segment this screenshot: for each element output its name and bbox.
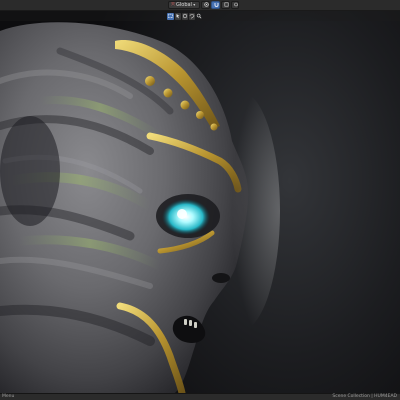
ear-shadow <box>0 116 60 226</box>
snap-increment-icon <box>224 2 229 7</box>
proportional-editing-icon <box>234 2 238 7</box>
chevron-down-icon: ▾ <box>191 2 196 7</box>
lasso-icon[interactable] <box>189 13 195 20</box>
orientation-label: Global <box>176 2 192 8</box>
proportional-editing-toggle[interactable] <box>231 1 239 9</box>
blender-window: ⤧Global ▾ Menu Scene Collection | HUM4EA… <box>0 0 400 400</box>
search-icon[interactable] <box>196 13 202 20</box>
pivot-point-icon <box>204 2 209 7</box>
viewport-header: ⤧Global ▾ <box>0 0 400 11</box>
circle-select-icon[interactable] <box>182 13 188 20</box>
pivot-point-button[interactable] <box>201 1 210 9</box>
3d-viewport[interactable] <box>0 11 400 393</box>
status-right-text: Scene Collection | HUM4EAD <box>332 394 397 399</box>
status-left-text: Menu <box>2 394 15 399</box>
rendered-sculpt <box>0 22 280 393</box>
snap-magnet-icon <box>214 3 219 7</box>
status-bar: Menu Scene Collection | HUM4EAD <box>0 393 400 400</box>
snap-increment-dropdown[interactable] <box>221 1 230 9</box>
viewport-toolbar <box>0 11 400 21</box>
snap-toggle[interactable] <box>211 1 220 9</box>
cursor-icon[interactable] <box>175 13 181 20</box>
select-box-icon[interactable] <box>167 13 174 20</box>
transform-orientation-dropdown[interactable]: ⤧Global ▾ <box>168 1 200 9</box>
